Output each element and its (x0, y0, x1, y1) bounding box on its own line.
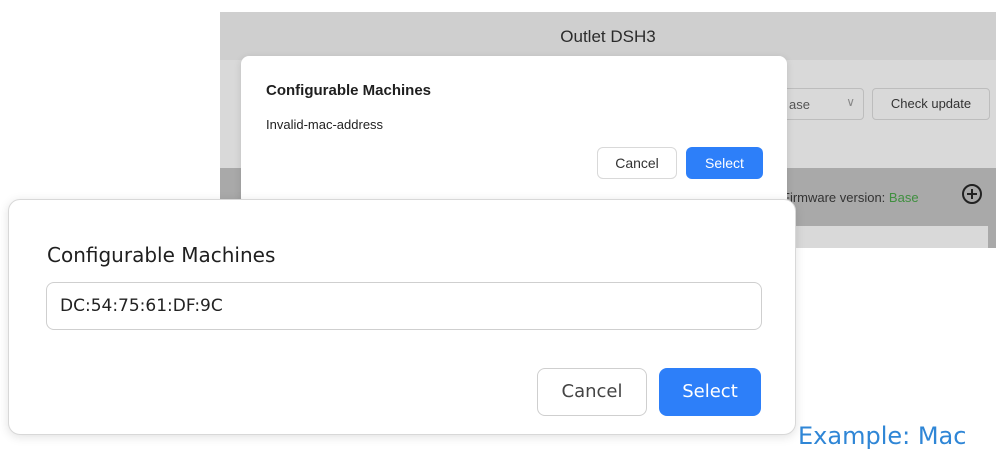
version-select-value: ase (789, 97, 810, 112)
small-configurable-machines-dialog: Configurable Machines Invalid-mac-addres… (241, 56, 787, 206)
plus-circle-icon[interactable] (962, 184, 982, 204)
firmware-label: Firmware version: (782, 190, 886, 205)
select-button[interactable]: Select (686, 147, 763, 179)
cancel-button[interactable]: Cancel (597, 147, 677, 179)
cancel-button[interactable]: Cancel (537, 368, 647, 416)
mac-address-value: Invalid-mac-address (266, 117, 384, 132)
check-update-button[interactable]: Check update (872, 88, 990, 120)
content-panel (778, 226, 988, 248)
example-link[interactable]: Example: Mac (798, 421, 966, 451)
dialog-title: Configurable Machines (266, 82, 432, 99)
firmware-version: Firmware version: Base (782, 190, 919, 205)
mac-address-input[interactable] (46, 282, 762, 330)
firmware-value: Base (888, 190, 919, 205)
select-button[interactable]: Select (659, 368, 761, 416)
window-titlebar: Outlet DSH3 (220, 12, 996, 60)
window-title: Outlet DSH3 (560, 27, 656, 46)
version-select[interactable]: ase ∨ (776, 88, 864, 120)
chevron-down-icon: ∨ (846, 95, 855, 109)
dialog-title: Configurable Machines (47, 243, 276, 267)
large-configurable-machines-dialog: Configurable Machines Cancel Select (8, 199, 796, 435)
